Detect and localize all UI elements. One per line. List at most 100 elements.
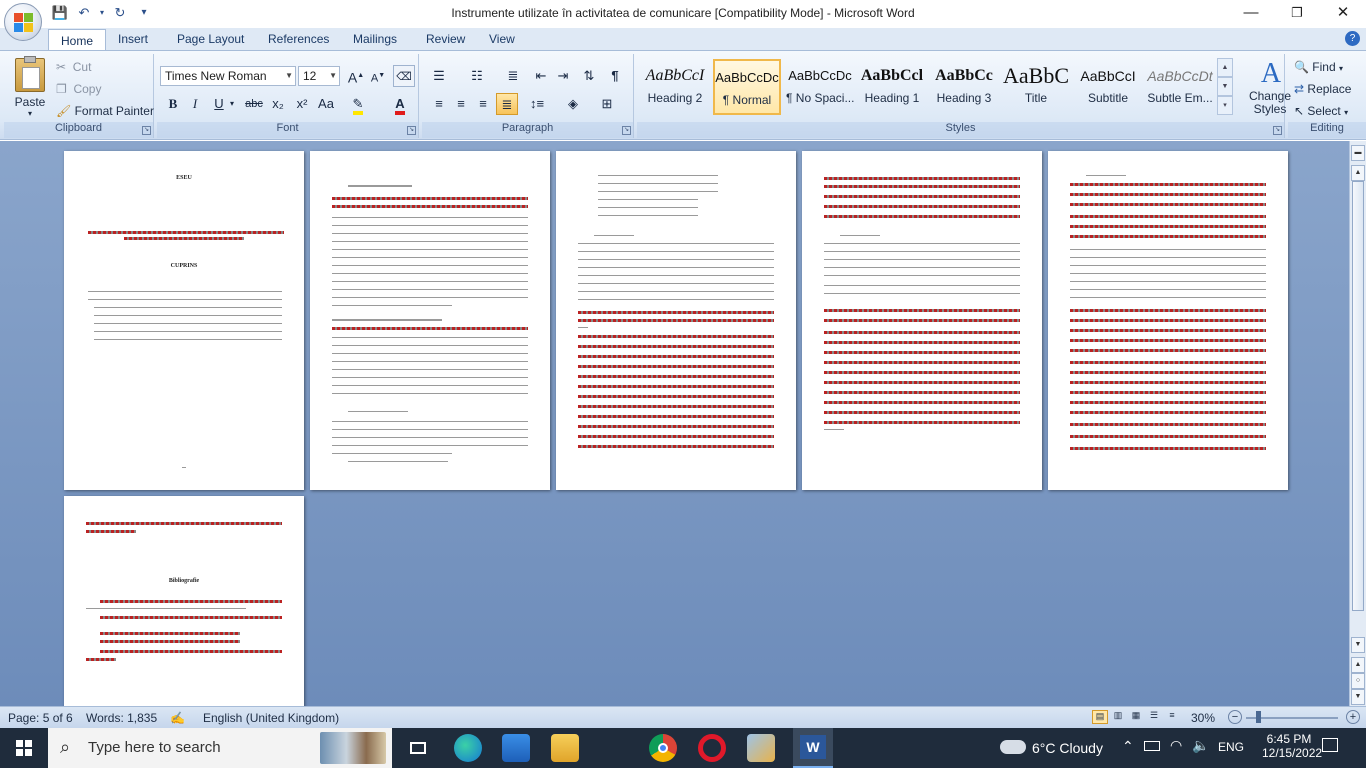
show-marks-button[interactable]: ¶ — [604, 65, 626, 87]
clear-format-button[interactable]: ⌫ — [393, 65, 415, 87]
battery-icon[interactable] — [1144, 741, 1160, 751]
page-4[interactable] — [802, 151, 1042, 490]
proofing-icon[interactable]: ✍ — [170, 711, 185, 725]
start-button[interactable] — [0, 728, 48, 768]
bold-button[interactable]: B — [162, 93, 184, 115]
font-launcher-icon[interactable]: ↘ — [407, 126, 416, 135]
style-heading-1[interactable]: AaBbCcl Heading 1 — [858, 59, 926, 115]
italic-button[interactable]: I — [184, 93, 206, 115]
font-size-combo[interactable]: 12 ▼ — [298, 66, 340, 86]
tab-mailings[interactable]: Mailings — [353, 28, 397, 50]
shading-button[interactable]: ◈ — [562, 93, 584, 115]
scroll-up-icon[interactable]: ▲ — [1351, 165, 1365, 181]
zoom-slider-thumb[interactable] — [1256, 711, 1261, 723]
full-screen-reading-icon[interactable]: ▥ — [1110, 710, 1126, 724]
outline-icon[interactable]: ☰ — [1146, 710, 1162, 724]
grow-font-button[interactable]: A▲ — [345, 65, 367, 87]
browse-object-icon[interactable]: ○ — [1351, 673, 1365, 689]
web-layout-icon[interactable]: ▦ — [1128, 710, 1144, 724]
restore-button[interactable]: ❐ — [1274, 0, 1320, 28]
scroll-thumb[interactable] — [1352, 181, 1364, 611]
page-6[interactable]: Bibliografie — [64, 496, 304, 706]
vertical-scrollbar[interactable]: ▬ ▲ ▼ ▲ ○ ▼ — [1349, 141, 1366, 706]
strikethrough-button[interactable]: abc — [243, 93, 265, 115]
help-icon[interactable]: ? — [1345, 31, 1360, 46]
chrome-icon[interactable] — [649, 734, 677, 762]
language-indicator[interactable]: English (United Kingdom) — [203, 711, 339, 725]
style-heading-2[interactable]: AaBbCcI Heading 2 — [641, 59, 709, 115]
page-5[interactable] — [1048, 151, 1288, 490]
tab-review[interactable]: Review — [426, 28, 465, 50]
scroll-down-icon[interactable]: ▼ — [1351, 637, 1365, 653]
style-no-spacing[interactable]: AaBbCcDc ¶ No Spaci... — [786, 59, 854, 115]
bullets-button[interactable]: ☰ — [428, 65, 450, 87]
opera-icon[interactable] — [698, 734, 726, 762]
decrease-indent-button[interactable]: ⇤ — [530, 65, 552, 87]
input-language[interactable]: ENG — [1218, 740, 1244, 756]
tab-references[interactable]: References — [268, 28, 329, 50]
align-center-button[interactable]: ≡ — [450, 93, 472, 115]
page-3[interactable] — [556, 151, 796, 490]
task-view-icon[interactable] — [404, 734, 432, 762]
wifi-icon[interactable]: ◠ — [1170, 737, 1182, 754]
tab-home[interactable]: Home — [48, 29, 107, 51]
align-right-button[interactable]: ≡ — [472, 93, 494, 115]
find-button[interactable]: 🔍 Find ▾ — [1294, 60, 1343, 74]
underline-dropdown-icon[interactable]: ▾ — [227, 93, 237, 115]
clipboard-launcher-icon[interactable]: ↘ — [142, 126, 151, 135]
styles-launcher-icon[interactable]: ↘ — [1273, 126, 1282, 135]
tab-view[interactable]: View — [489, 28, 515, 50]
change-case-button[interactable]: Aa — [315, 93, 337, 115]
page-indicator[interactable]: Page: 5 of 6 — [8, 711, 73, 725]
zoom-out-icon[interactable]: − — [1228, 710, 1242, 724]
font-color-button[interactable]: A — [389, 93, 411, 115]
file-explorer-icon[interactable] — [551, 734, 579, 762]
style-subtitle[interactable]: AaBbCcI Subtitle — [1074, 59, 1142, 115]
borders-button[interactable]: ⊞ — [596, 93, 618, 115]
superscript-button[interactable]: x² — [291, 93, 313, 115]
style-heading-3[interactable]: AaBbCc Heading 3 — [930, 59, 998, 115]
previous-page-icon[interactable]: ▲ — [1351, 657, 1365, 673]
chevron-up-icon[interactable]: ⌃ — [1122, 738, 1134, 755]
document-area[interactable]: ESEU CUPRINS Bibliografie — [0, 141, 1349, 706]
page-2[interactable] — [310, 151, 550, 490]
close-button[interactable]: ✕ — [1320, 0, 1366, 28]
word-taskbar-button[interactable]: W — [793, 728, 833, 768]
sort-button[interactable]: ⇅ — [578, 65, 600, 87]
zoom-level[interactable]: 30% — [1191, 711, 1215, 725]
format-painter-button[interactable]: 🖌 Format Painter — [56, 104, 154, 118]
numbering-button[interactable]: ☷ — [466, 65, 488, 87]
style-subtle-emphasis[interactable]: AaBbCcDt Subtle Em... — [1146, 59, 1214, 115]
justify-button[interactable]: ≣ — [496, 93, 518, 115]
font-name-combo[interactable]: Times New Roman ▼ — [160, 66, 296, 86]
draft-icon[interactable]: ≡ — [1164, 710, 1180, 724]
paint-icon[interactable] — [747, 734, 775, 762]
gallery-more-icon[interactable]: ▾ — [1217, 96, 1233, 115]
word-count[interactable]: Words: 1,835 — [86, 711, 157, 725]
style-title[interactable]: AaBbC Title — [1002, 59, 1070, 115]
zoom-in-icon[interactable]: + — [1346, 710, 1360, 724]
gallery-up-icon[interactable]: ▲ — [1217, 58, 1233, 77]
remote-desktop-icon[interactable] — [502, 734, 530, 762]
select-button[interactable]: ↖ Select ▾ — [1294, 104, 1348, 118]
office-button[interactable] — [4, 3, 42, 41]
minimize-button[interactable]: — — [1228, 0, 1274, 28]
cut-button[interactable]: ✂ Cut — [56, 60, 91, 74]
align-left-button[interactable]: ≡ — [428, 93, 450, 115]
multilevel-list-button[interactable]: ≣ — [502, 65, 524, 87]
notification-icon[interactable] — [1322, 738, 1342, 758]
line-spacing-button[interactable]: ↕≡ — [526, 93, 548, 115]
subscript-button[interactable]: x₂ — [267, 93, 289, 115]
volume-icon[interactable]: 🔈 — [1192, 737, 1209, 754]
paragraph-launcher-icon[interactable]: ↘ — [622, 126, 631, 135]
tab-insert[interactable]: Insert — [118, 28, 148, 50]
tab-page-layout[interactable]: Page Layout — [177, 28, 244, 50]
paste-button[interactable]: Paste ▾ — [10, 56, 50, 118]
edge-icon[interactable] — [454, 734, 482, 762]
copy-button[interactable]: ❐ Copy — [56, 82, 101, 96]
highlight-button[interactable]: ✎ — [347, 93, 369, 115]
print-layout-icon[interactable]: ▤ — [1092, 710, 1108, 724]
replace-button[interactable]: ⇄ Replace — [1294, 82, 1351, 96]
taskbar-search[interactable]: ⌕ Type here to search — [48, 728, 392, 768]
clock[interactable]: 6:45 PM 12/15/2022 — [1262, 728, 1322, 768]
